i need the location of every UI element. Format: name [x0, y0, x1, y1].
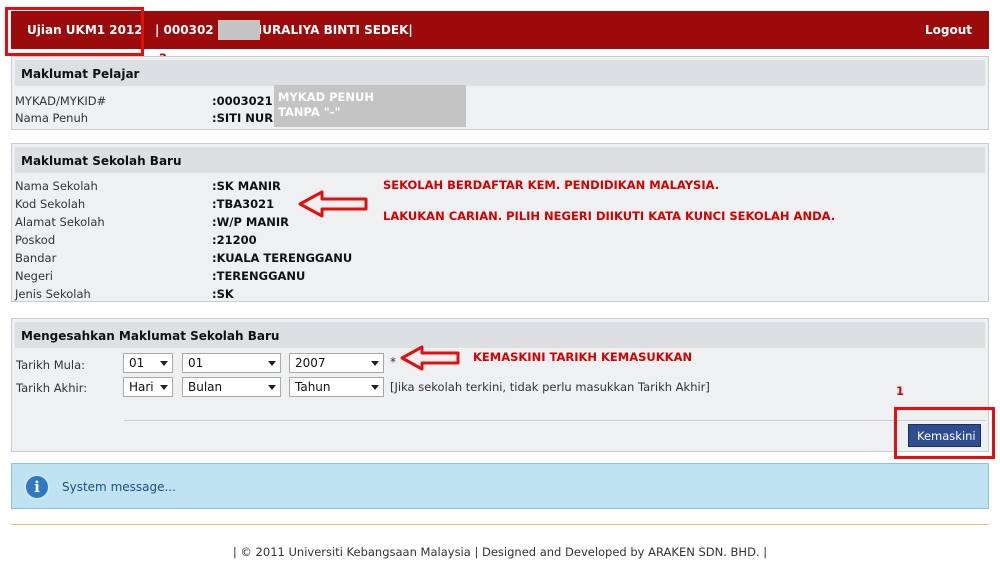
logout-link[interactable]: Logout — [925, 23, 972, 37]
chevron-down-icon — [160, 361, 168, 366]
sekolah-value-kod: :TBA3021 — [212, 197, 275, 211]
footer-divider — [11, 524, 989, 525]
annotation-arrow-tarikh — [400, 345, 460, 371]
annotation-note-tarikh: KEMASKINI TARIKH KEMASUKKAN — [473, 350, 693, 364]
sekolah-label-negeri: Negeri — [15, 269, 53, 283]
tarikh-akhir-note: [Jika sekolah terkini, tidak perlu masuk… — [390, 380, 710, 394]
mykad-note-line2: TANPA "-" — [278, 105, 341, 119]
tarikh-mula-month-value: 01 — [188, 356, 204, 370]
user-info: | 000302 |SITI NURALIYA BINTI SEDEK| — [155, 23, 413, 37]
annotation-box-title — [5, 7, 144, 56]
annotation-note-sekolah-1: SEKOLAH BERDAFTAR KEM. PENDIDIKAN MALAYS… — [383, 178, 720, 192]
panel-title-mengesahkan: Mengesahkan Maklumat Sekolah Baru — [15, 322, 985, 348]
tarikh-akhir-year-value: Tahun — [295, 380, 331, 394]
sekolah-label-alamat: Alamat Sekolah — [15, 215, 105, 229]
nama-value: :SITI NUR — [212, 111, 274, 125]
sekolah-value-nama: :SK MANIR — [212, 179, 281, 193]
chevron-down-icon — [160, 385, 168, 390]
sekolah-label-bandar: Bandar — [15, 251, 57, 265]
mykad-note-line1: MYKAD PENUH — [278, 90, 375, 104]
tarikh-mula-month-select[interactable]: 01 — [182, 353, 281, 373]
sekolah-label-poskod: Poskod — [15, 233, 56, 247]
tarikh-akhir-year-select[interactable]: Tahun — [289, 377, 384, 397]
panel-title-sekolah: Maklumat Sekolah Baru — [15, 147, 985, 173]
chevron-down-icon — [371, 385, 379, 390]
annotation-note-sekolah-2: LAKUKAN CARIAN. PILIH NEGERI DIIKUTI KAT… — [383, 209, 836, 223]
sekolah-label-nama: Nama Sekolah — [15, 179, 98, 193]
sekolah-value-jenis: :SK — [212, 287, 234, 301]
panel-maklumat-pelajar: Maklumat Pelajar MYKAD/MYKID# :0003021 N… — [11, 56, 989, 130]
sekolah-label-kod: Kod Sekolah — [15, 197, 86, 211]
sekolah-value-alamat: :W/P MANIR — [212, 215, 290, 229]
tarikh-mula-year-value: 2007 — [295, 356, 326, 370]
system-message-box: i System message... — [11, 463, 989, 509]
sekolah-label-jenis: Jenis Sekolah — [15, 287, 91, 301]
nama-label: Nama Penuh — [15, 111, 89, 125]
chevron-down-icon — [371, 361, 379, 366]
sekolah-value-poskod: :21200 — [212, 233, 257, 247]
redaction-block — [218, 20, 260, 40]
tarikh-akhir-day-select[interactable]: Hari — [123, 377, 173, 397]
sekolah-value-bandar: :KUALA TERENGGANU — [212, 251, 353, 265]
required-mark: * — [390, 355, 396, 369]
tarikh-akhir-label: Tarikh Akhir: — [16, 381, 88, 395]
chevron-down-icon — [268, 361, 276, 366]
panel-title-pelajar: Maklumat Pelajar — [15, 60, 985, 86]
tarikh-akhir-month-select[interactable]: Bulan — [182, 377, 281, 397]
separator-line — [124, 420, 986, 421]
tarikh-akhir-month-value: Bulan — [188, 380, 223, 394]
mykad-value: :0003021 — [212, 94, 273, 108]
tarikh-akhir-day-value: Hari — [129, 380, 154, 394]
top-header-bar: Ujian UKM1 2012 | 000302 |SITI NURALIYA … — [11, 11, 989, 49]
tarikh-mula-year-select[interactable]: 2007 — [289, 353, 384, 373]
mykad-note-overlay: MYKAD PENUH TANPA "-" — [274, 85, 466, 127]
tarikh-mula-day-select[interactable]: 01 — [123, 353, 173, 373]
chevron-down-icon — [268, 385, 276, 390]
info-icon: i — [24, 474, 50, 500]
footer-text: | © 2011 Universiti Kebangsaan Malaysia … — [232, 545, 768, 559]
kemaskini-button[interactable]: Kemaskini — [908, 424, 981, 447]
system-message-text: System message... — [62, 480, 176, 494]
annotation-number-1: 1 — [896, 384, 905, 398]
annotation-arrow-sekolah — [298, 190, 368, 218]
tarikh-mula-label: Tarikh Mula: — [16, 358, 86, 372]
sekolah-value-negeri: :TERENGGANU — [212, 269, 306, 283]
mykad-label: MYKAD/MYKID# — [15, 94, 107, 108]
tarikh-mula-day-value: 01 — [129, 356, 145, 370]
